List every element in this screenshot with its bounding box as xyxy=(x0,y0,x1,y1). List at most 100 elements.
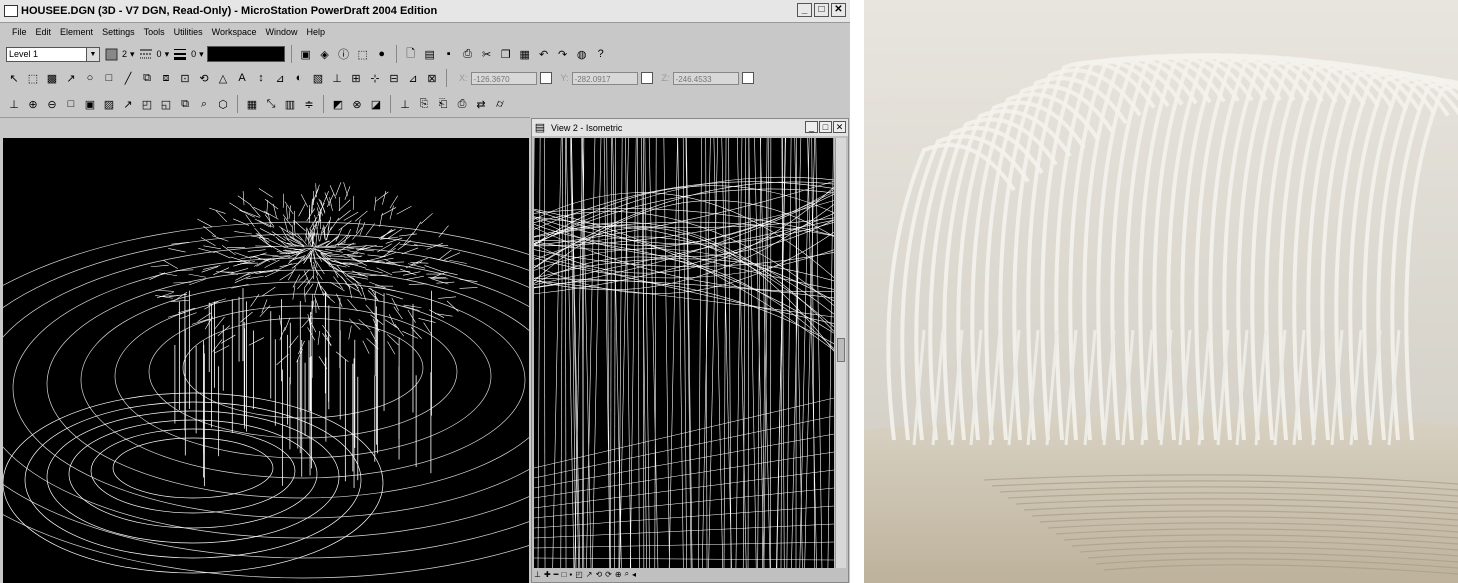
tag-icon[interactable]: ⊥ xyxy=(329,70,345,86)
info-icon[interactable]: ⓘ xyxy=(336,46,352,62)
place-smartline-icon[interactable]: ↗ xyxy=(63,70,79,86)
copy-icon[interactable]: ❐ xyxy=(498,46,514,62)
chevron-down-icon[interactable]: ▾ xyxy=(130,49,135,60)
circle-icon[interactable]: ○ xyxy=(82,70,98,86)
rotate-view-icon[interactable]: ▨ xyxy=(101,96,117,112)
view-attributes-icon[interactable]: ≑ xyxy=(301,96,317,112)
color-swatch-icon[interactable] xyxy=(103,46,119,62)
chevron-down-icon[interactable]: ▼ xyxy=(86,47,99,61)
coord-x-lock[interactable] xyxy=(539,72,552,84)
camera-icon[interactable]: ⌕ xyxy=(625,569,629,579)
section-icon[interactable]: ⊗ xyxy=(349,96,365,112)
window-area-icon[interactable]: □ xyxy=(63,96,79,112)
delete-element-icon[interactable]: ⊠ xyxy=(424,70,440,86)
snap-icon[interactable]: ⊹ xyxy=(367,70,383,86)
arc-icon[interactable]: ╱ xyxy=(120,70,136,86)
menu-file[interactable]: File xyxy=(12,27,27,37)
undo-icon[interactable]: ↶ xyxy=(536,46,552,62)
menu-workspace[interactable]: Workspace xyxy=(212,27,257,37)
zoom-out-icon[interactable]: ━ xyxy=(554,570,559,579)
drop-icon[interactable]: ⊞ xyxy=(348,70,364,86)
menu-element[interactable]: Element xyxy=(60,27,93,37)
coord-y-lock[interactable] xyxy=(640,72,653,84)
pan-view-icon[interactable]: ↗ xyxy=(120,96,136,112)
globe-icon[interactable]: ◍ xyxy=(574,46,590,62)
rotate-view-icon[interactable]: ◰ xyxy=(575,570,583,579)
select-arrow-icon[interactable]: ↖ xyxy=(6,70,22,86)
update-view-icon[interactable]: ⊥ xyxy=(534,570,541,579)
view-previous-icon[interactable]: ⟲ xyxy=(595,570,602,579)
scale-icon[interactable]: ⊡ xyxy=(177,70,193,86)
element-select-icon[interactable]: ▩ xyxy=(44,70,60,86)
save-icon[interactable]: ▪ xyxy=(441,46,457,62)
view-previous-icon[interactable]: ◰ xyxy=(139,96,155,112)
close-button[interactable]: ✕ xyxy=(833,121,846,133)
fit-view-icon[interactable]: ▣ xyxy=(82,96,98,112)
mirror-icon[interactable]: △ xyxy=(215,70,231,86)
coord-y-value[interactable]: -282.0917 xyxy=(571,71,638,85)
attach-icon[interactable]: ⎗ xyxy=(435,96,451,112)
coord-x-value[interactable]: -126.3670 xyxy=(470,71,537,85)
menu-settings[interactable]: Settings xyxy=(102,27,135,37)
copy-element-icon[interactable]: ⧉ xyxy=(139,70,155,86)
new-file-icon[interactable]: 🗋 xyxy=(403,46,419,62)
text-icon[interactable]: A xyxy=(234,70,250,86)
extend-icon[interactable]: ⊟ xyxy=(386,70,402,86)
detach-icon[interactable]: ⎙ xyxy=(454,96,470,112)
maximize-button[interactable]: □ xyxy=(814,3,829,17)
fence-select-icon[interactable]: ⬚ xyxy=(25,70,41,86)
reload-icon[interactable]: ⇄ xyxy=(473,96,489,112)
print-icon[interactable]: ⎙ xyxy=(460,46,476,62)
scroll-thumb[interactable] xyxy=(837,338,845,362)
tool-settings-icon[interactable]: ⊥ xyxy=(397,96,413,112)
coord-z-value[interactable]: -246.4533 xyxy=(672,71,739,85)
display-mode-icon[interactable]: ▥ xyxy=(282,96,298,112)
render-icon[interactable]: ● xyxy=(374,46,390,62)
fit-view-icon[interactable]: ▪ xyxy=(569,570,572,579)
scroll-left-icon[interactable]: ◂ xyxy=(632,570,636,579)
close-button[interactable]: ✕ xyxy=(831,3,846,17)
render-view-icon[interactable]: ▦ xyxy=(244,96,260,112)
clip-volume-icon[interactable]: ⤡ xyxy=(263,96,279,112)
cube-icon[interactable]: ⬡ xyxy=(215,96,231,112)
rectangle-icon[interactable]: □ xyxy=(101,70,117,86)
reference-icon[interactable]: ⎘ xyxy=(416,96,432,112)
measure-icon[interactable]: ⊿ xyxy=(272,70,288,86)
maximize-button[interactable]: □ xyxy=(819,121,832,133)
paste-icon[interactable]: ▦ xyxy=(517,46,533,62)
fence-icon[interactable]: ⬚ xyxy=(355,46,371,62)
line-style-icon[interactable] xyxy=(138,46,154,62)
exchange-icon[interactable]: ⌭ xyxy=(492,96,508,112)
menu-help[interactable]: Help xyxy=(307,27,326,37)
chevron-down-icon[interactable]: ▾ xyxy=(165,49,170,60)
camera-icon[interactable]: ⌕ xyxy=(196,96,212,112)
cell-icon[interactable]: ▧ xyxy=(310,70,326,86)
trim-icon[interactable]: ⊿ xyxy=(405,70,421,86)
chevron-down-icon[interactable]: ▾ xyxy=(199,49,204,60)
menu-utilities[interactable]: Utilities xyxy=(174,27,203,37)
minimize-button[interactable]: _ xyxy=(797,3,812,17)
pattern-icon[interactable]: ◐ xyxy=(291,70,307,86)
view-next-icon[interactable]: ⟳ xyxy=(605,570,612,579)
window-area-icon[interactable]: □ xyxy=(562,570,567,579)
zoom-in-icon[interactable]: ⊕ xyxy=(25,96,41,112)
menu-tools[interactable]: Tools xyxy=(144,27,165,37)
dimension-icon[interactable]: ↕ xyxy=(253,70,269,86)
layers-icon[interactable]: ◈ xyxy=(317,46,333,62)
redo-icon[interactable]: ↷ xyxy=(555,46,571,62)
cut-icon[interactable]: ✂ xyxy=(479,46,495,62)
zoom-in-icon[interactable]: ✚ xyxy=(544,570,551,579)
menu-window[interactable]: Window xyxy=(265,27,297,37)
move-element-icon[interactable]: ⧈ xyxy=(158,70,174,86)
copy-view-icon[interactable]: ⧉ xyxy=(177,96,193,112)
solid-box-icon[interactable]: ◩ xyxy=(330,96,346,112)
view-next-icon[interactable]: ◱ xyxy=(158,96,174,112)
view-2-wireframe[interactable] xyxy=(534,138,834,568)
rotate-icon[interactable]: ⟲ xyxy=(196,70,212,86)
minimize-button[interactable]: _ xyxy=(805,121,818,133)
copy-view-icon[interactable]: ⊕ xyxy=(615,570,622,579)
update-view-icon[interactable]: ⊥ xyxy=(6,96,22,112)
new-element-icon[interactable]: ▣ xyxy=(298,46,314,62)
view-1-wireframe[interactable] xyxy=(3,138,529,583)
open-file-icon[interactable]: ▤ xyxy=(422,46,438,62)
